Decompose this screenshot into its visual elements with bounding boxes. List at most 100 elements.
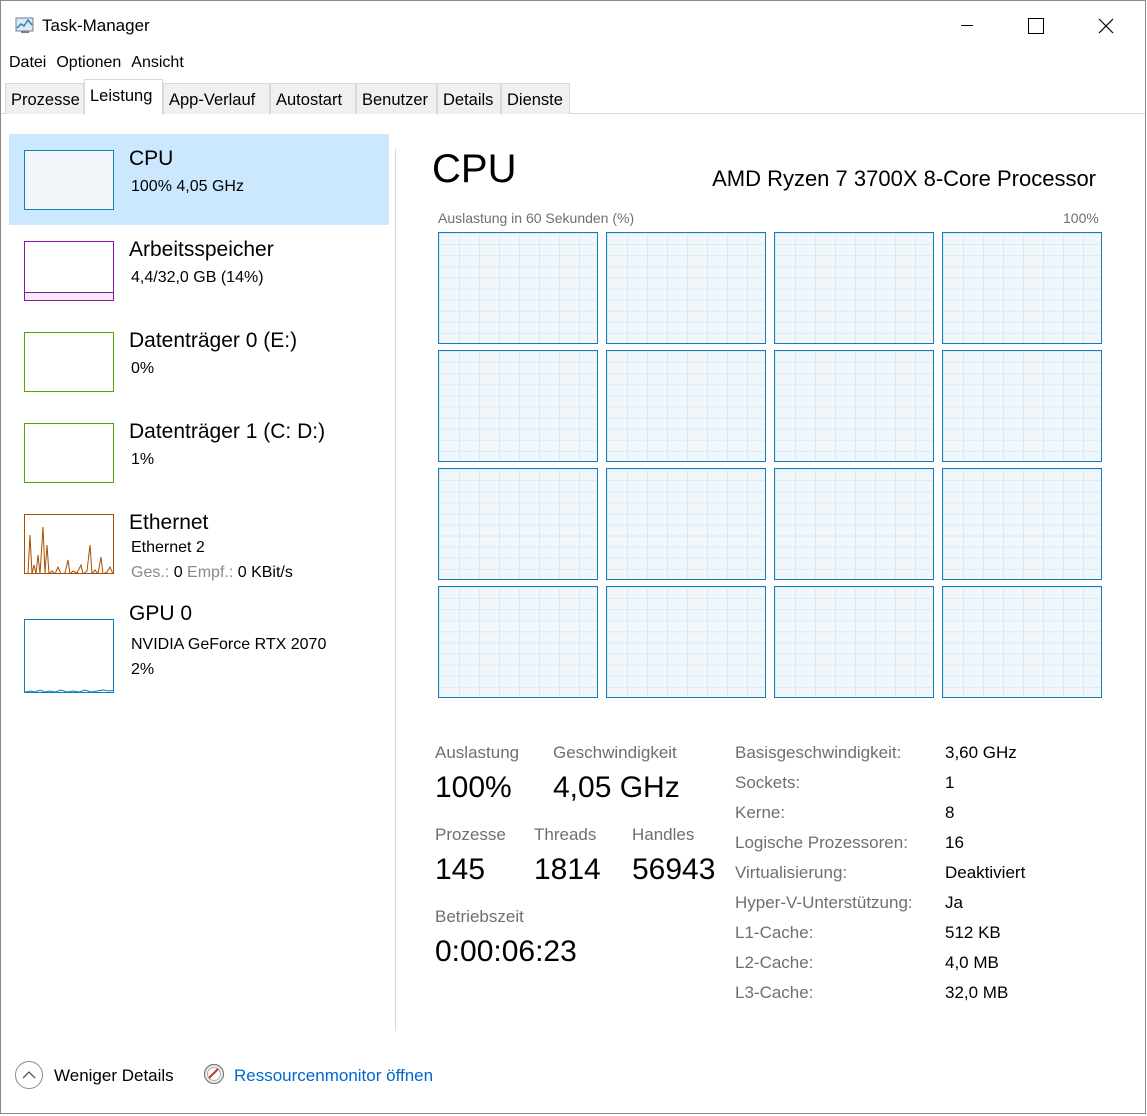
threads-value: 1814	[534, 853, 601, 886]
base-speed-value: 3,60 GHz	[945, 743, 1017, 762]
send-label: Ges.:	[131, 564, 170, 581]
virtualization-value: Deaktiviert	[945, 863, 1026, 882]
logical-processor-graph	[942, 232, 1102, 344]
resource-subtitle: 100% 4,05 GHz	[131, 178, 244, 195]
logical-processors-label: Logische Prozessoren:	[735, 833, 908, 852]
resource-item-ethernet[interactable]: Ethernet Ethernet 2 Ges.: 0 Empf.: 0 KBi…	[9, 498, 389, 589]
hyperv-label: Hyper-V-Unterstützung:	[735, 893, 913, 912]
resource-title: Ethernet	[129, 511, 209, 534]
resource-title: Datenträger 0 (E:)	[129, 329, 298, 352]
resource-title: Arbeitsspeicher	[129, 238, 274, 261]
base-speed-label: Basisgeschwindigkeit:	[735, 743, 902, 762]
memory-mini-graph	[24, 241, 114, 301]
l3-cache-value: 32,0 MB	[945, 983, 1009, 1002]
gpu-mini-graph	[24, 619, 114, 693]
disk1-mini-graph	[24, 423, 114, 483]
tab-users[interactable]: Benutzer	[356, 83, 437, 114]
l2-cache-value: 4,0 MB	[945, 953, 999, 972]
title-bar: Task-Manager	[1, 1, 1145, 51]
logical-processor-graph	[774, 468, 934, 580]
l1-cache-value: 512 KB	[945, 923, 1001, 942]
resource-title: CPU	[129, 147, 174, 170]
menu-file[interactable]: Datei	[1, 51, 46, 77]
logical-processor-graph	[942, 468, 1102, 580]
logical-processor-graph	[438, 350, 598, 462]
resource-subtitle: 0%	[131, 360, 155, 377]
task-manager-window: Task-Manager Datei Optionen Ansicht Proz…	[0, 0, 1146, 1114]
cores-label: Kerne:	[735, 803, 786, 822]
virtualization-label: Virtualisierung:	[735, 863, 848, 882]
resource-subtitle: 1%	[131, 451, 155, 468]
menu-view[interactable]: Ansicht	[123, 51, 183, 77]
page-title: CPU	[432, 147, 517, 191]
resource-title: GPU 0	[129, 602, 193, 625]
l3-cache-label: L3-Cache:	[735, 983, 814, 1002]
logical-processor-graph	[942, 350, 1102, 462]
resource-item-cpu[interactable]: CPU 100% 4,05 GHz	[9, 134, 389, 225]
memory-fill	[25, 292, 113, 300]
speed-label: Geschwindigkeit	[553, 743, 677, 762]
l1-cache-label: L1-Cache:	[735, 923, 814, 942]
resource-monitor-icon	[203, 1063, 225, 1085]
menu-options[interactable]: Optionen	[48, 51, 121, 77]
logical-processor-graph	[606, 232, 766, 344]
resource-monitor-link[interactable]: Ressourcenmonitor öffnen	[234, 1066, 433, 1086]
tab-processes[interactable]: Prozesse	[5, 83, 84, 114]
resource-item-gpu[interactable]: GPU 0 NVIDIA GeForce RTX 2070 2%	[9, 589, 389, 693]
menu-bar: Datei Optionen Ansicht	[1, 51, 1145, 77]
ethernet-throughput: Ges.: 0 Empf.: 0 KBit/s	[131, 564, 293, 582]
window-title: Task-Manager	[42, 16, 150, 35]
logical-processors-value: 16	[945, 833, 964, 852]
logical-processor-graph	[606, 350, 766, 462]
tab-services[interactable]: Dienste	[501, 83, 570, 114]
minimize-button[interactable]	[932, 1, 1002, 51]
receive-label: Empf.:	[187, 564, 234, 581]
fewer-details-label[interactable]: Weniger Details	[54, 1066, 174, 1086]
minimize-icon	[961, 25, 973, 26]
close-icon	[1098, 18, 1114, 34]
processes-value: 145	[435, 853, 486, 886]
send-value: 0	[173, 564, 183, 581]
resource-title: Datenträger 1 (C: D:)	[129, 420, 326, 443]
ethernet-sparkline	[27, 526, 113, 573]
logical-processor-graph	[942, 586, 1102, 698]
fewer-details-button[interactable]	[15, 1061, 43, 1089]
logical-processor-graph	[438, 468, 598, 580]
l2-cache-label: L2-Cache:	[735, 953, 814, 972]
logical-processor-graph	[438, 586, 598, 698]
tab-details[interactable]: Details	[437, 83, 501, 114]
logical-processor-graph	[774, 232, 934, 344]
logical-processor-graph	[606, 468, 766, 580]
ethernet-mini-graph	[24, 514, 114, 574]
disk0-mini-graph	[24, 332, 114, 392]
logical-processor-graph	[774, 586, 934, 698]
maximize-button[interactable]	[1001, 1, 1071, 51]
tab-bar: Prozesse Leistung App-Verlauf Autostart …	[1, 79, 1145, 115]
chevron-up-icon	[22, 1071, 36, 1079]
cpu-mini-graph	[24, 150, 114, 210]
resource-item-disk-0[interactable]: Datenträger 0 (E:) 0%	[9, 316, 389, 407]
tab-performance[interactable]: Leistung	[84, 79, 163, 115]
tab-app-history[interactable]: App-Verlauf	[163, 83, 270, 114]
resource-value: 2%	[131, 661, 155, 678]
resource-subtitle: NVIDIA GeForce RTX 2070	[131, 636, 327, 653]
close-button[interactable]	[1071, 1, 1141, 51]
speed-value: 4,05 GHz	[553, 771, 680, 804]
threads-label: Threads	[534, 825, 597, 844]
receive-value: 0 KBit/s	[237, 564, 293, 581]
uptime-value: 0:00:06:23	[435, 935, 577, 968]
utilization-label: Auslastung	[435, 743, 520, 762]
cores-value: 8	[945, 803, 955, 822]
uptime-label: Betriebszeit	[435, 907, 524, 926]
resource-item-disk-1[interactable]: Datenträger 1 (C: D:) 1%	[9, 407, 389, 498]
handles-label: Handles	[632, 825, 695, 844]
gpu-sparkline	[25, 689, 113, 692]
pane-divider	[395, 149, 396, 1031]
utilization-value: 100%	[435, 771, 512, 804]
hyperv-value: Ja	[945, 893, 963, 912]
sockets-label: Sockets:	[735, 773, 801, 792]
logical-processor-graph	[438, 232, 598, 344]
maximize-icon	[1028, 18, 1044, 34]
resource-item-memory[interactable]: Arbeitsspeicher 4,4/32,0 GB (14%)	[9, 225, 389, 316]
tab-startup[interactable]: Autostart	[270, 83, 356, 114]
